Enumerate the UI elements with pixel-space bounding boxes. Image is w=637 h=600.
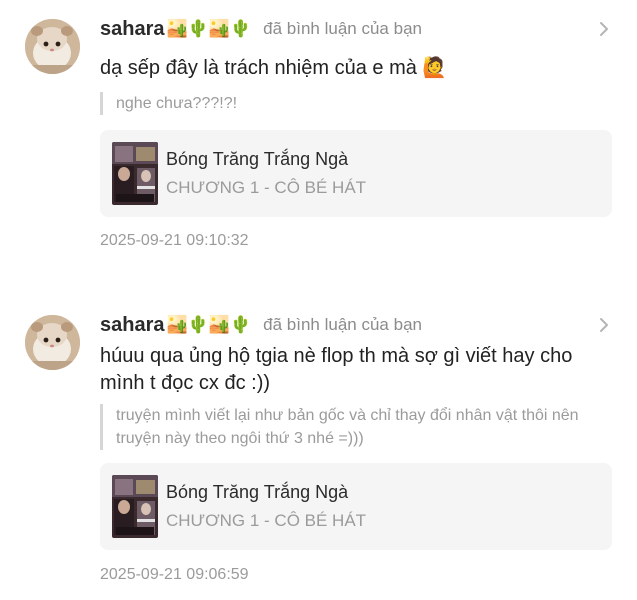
avatar[interactable] [25, 19, 80, 74]
comment-text: húuu qua ủng hộ tgia nè flop th mà sợ gì… [100, 345, 573, 394]
username-emoji: 🏜️🌵🏜️🌵 [166, 19, 252, 38]
story-title: Bóng Trăng Trắng Ngà [166, 482, 349, 502]
story-card[interactable]: Bóng Trăng Trắng Ngà CHƯƠNG 1 - CÔ BÉ HÁ… [100, 463, 612, 550]
notification-header: sahara 🏜️🌵🏜️🌵 đã bình luận của bạn [100, 312, 422, 338]
action-text: đã bình luận của bạn [263, 315, 422, 334]
story-cover-image [112, 475, 158, 538]
action-text: đã bình luận của bạn [263, 19, 422, 38]
timestamp: 2025-09-21 09:06:59 [100, 566, 249, 583]
notification-header: sahara 🏜️🌵🏜️🌵 đã bình luận của bạn [100, 16, 422, 42]
chapter-title: CHƯƠNG 1 - CÔ BÉ HÁT [166, 511, 367, 530]
username[interactable]: sahara [100, 18, 165, 41]
username[interactable]: sahara [100, 314, 165, 337]
username-emoji: 🏜️🌵🏜️🌵 [166, 315, 252, 334]
comment-text: dạ sếp đây là trách nhiệm của e mà 🙋 [100, 57, 448, 79]
chapter-title: CHƯƠNG 1 - CÔ BÉ HÁT [166, 178, 367, 197]
chevron-right-icon[interactable] [596, 18, 612, 40]
chevron-right-icon[interactable] [596, 314, 612, 336]
quoted-comment: truyện mình viết lại như bản gốc và chỉ … [100, 404, 621, 450]
avatar[interactable] [25, 315, 80, 370]
quoted-comment: nghe chưa???!?! [100, 92, 621, 115]
story-card[interactable]: Bóng Trăng Trắng Ngà CHƯƠNG 1 - CÔ BÉ HÁ… [100, 130, 612, 217]
story-title: Bóng Trăng Trắng Ngà [166, 149, 349, 169]
story-cover-image [112, 142, 158, 205]
timestamp: 2025-09-21 09:10:32 [100, 232, 249, 249]
